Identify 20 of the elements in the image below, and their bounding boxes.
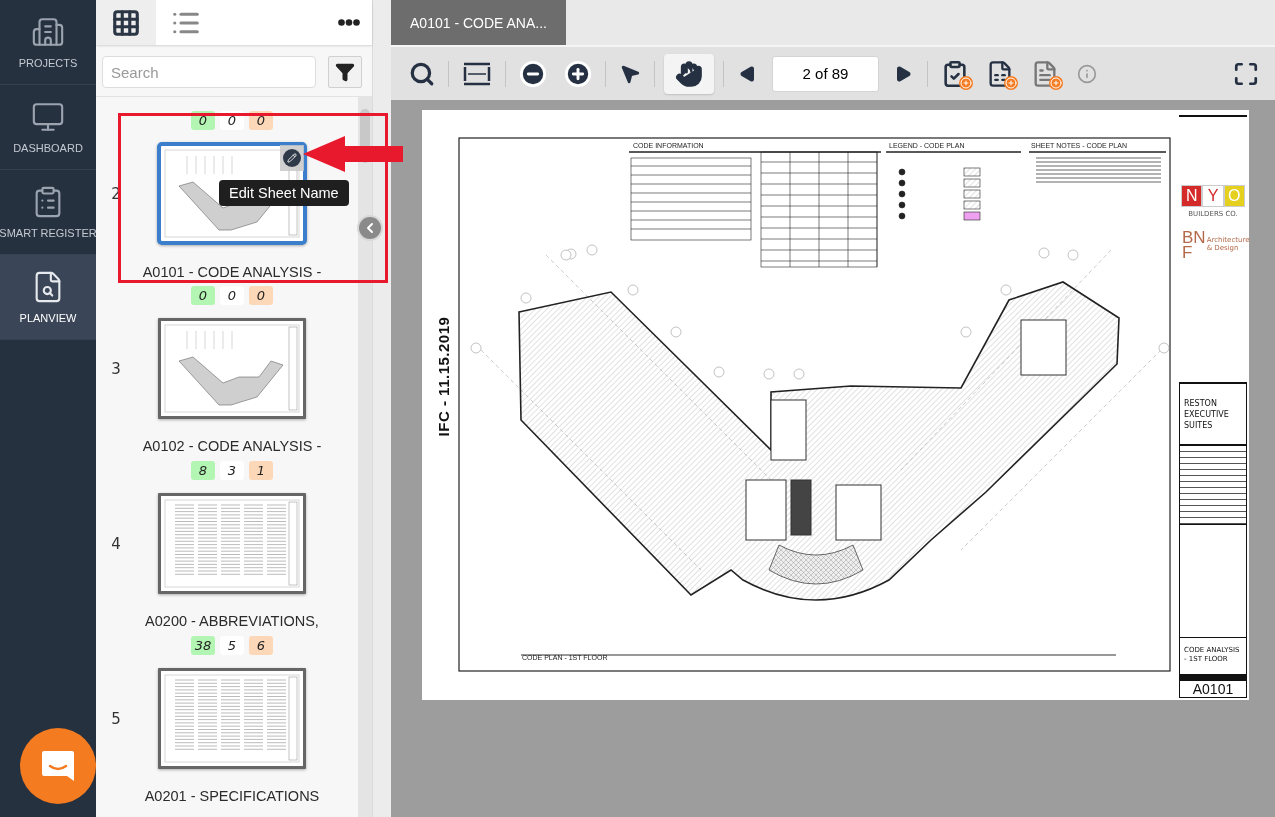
count-badge: 8 bbox=[191, 461, 215, 480]
count-badge: 0 bbox=[220, 286, 244, 305]
count-badge: 0 bbox=[191, 286, 215, 305]
logo-letter: Y bbox=[1202, 185, 1224, 207]
count-badge: 1 bbox=[249, 461, 273, 480]
sheet-number: 4 bbox=[111, 535, 121, 553]
count-badge: 38 bbox=[191, 636, 215, 655]
sheet-number: 5 bbox=[111, 710, 121, 728]
count-badge: 6 bbox=[249, 636, 273, 655]
project-name: RESTON EXECUTIVE SUITES bbox=[1184, 398, 1230, 431]
logo-letter: O bbox=[1223, 185, 1245, 207]
count-badge: 5 bbox=[220, 636, 244, 655]
tooltip: Edit Sheet Name bbox=[219, 180, 349, 207]
sheet-number: 3 bbox=[111, 360, 121, 378]
architect-logo: BN F bbox=[1182, 230, 1206, 260]
count-badge: 3 bbox=[220, 461, 244, 480]
logo-letter: N bbox=[1181, 185, 1203, 207]
issue-date-label: IFC - 11.15.2019 bbox=[435, 316, 453, 437]
count-badge: 0 bbox=[249, 286, 273, 305]
sheet-number-label: A0101 bbox=[1179, 675, 1247, 698]
